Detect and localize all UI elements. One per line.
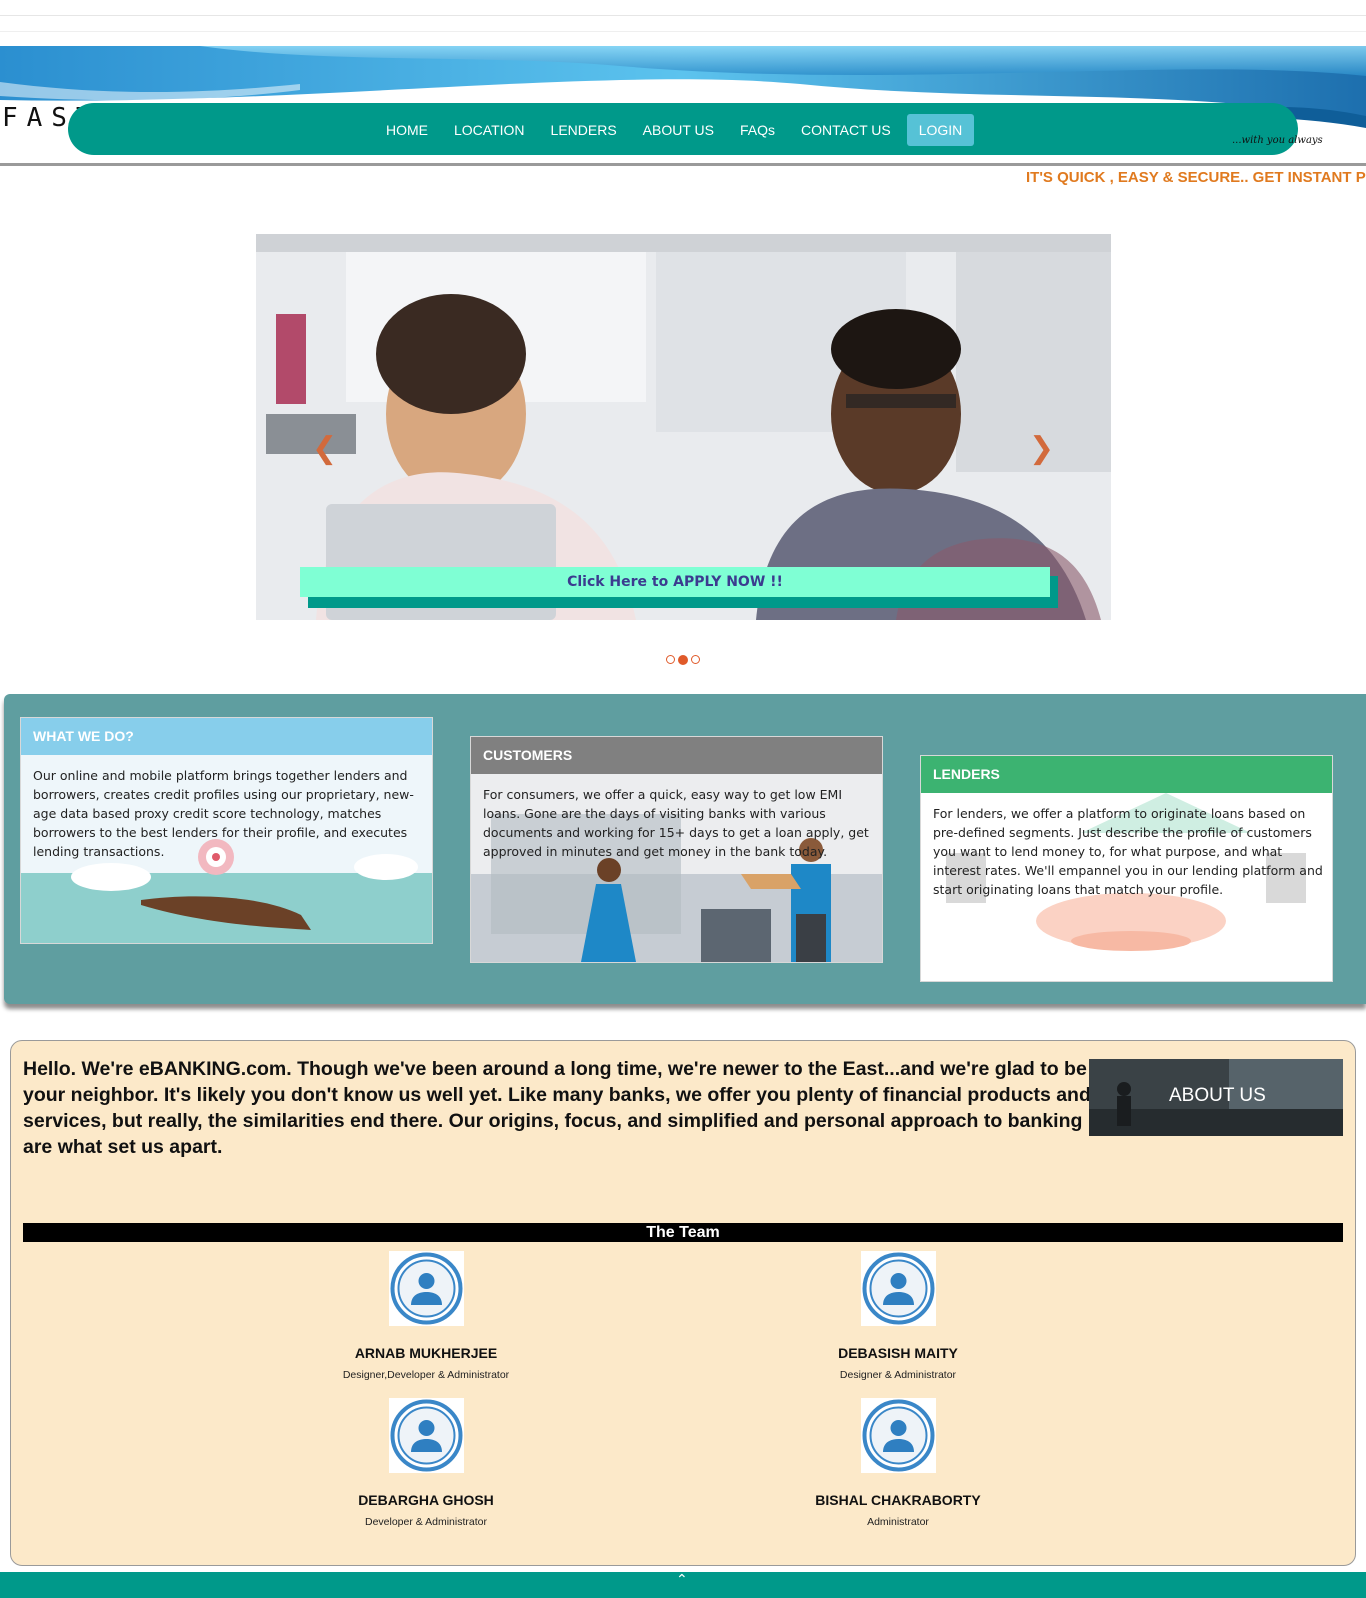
member-name: ARNAB MUKHERJEE	[354, 1345, 498, 1361]
nav-item-location[interactable]: LOCATION	[441, 113, 538, 147]
login-button[interactable]: LOGIN	[906, 114, 975, 146]
card-text: For lenders, we offer a platform to orig…	[933, 806, 1323, 897]
apply-now-button[interactable]: Click Here to APPLY NOW !!	[300, 567, 1050, 597]
team-heading: The Team	[23, 1223, 1343, 1242]
nav-item-home[interactable]: HOME	[373, 113, 441, 147]
member-name: DEBARGHA GHOSH	[358, 1492, 494, 1508]
member-role: Designer & Administrator	[839, 1369, 957, 1381]
team-member: DEBARGHA GHOSH Developer & Administrator	[296, 1398, 556, 1528]
nav-item-lenders[interactable]: LENDERS	[538, 113, 630, 147]
divider	[0, 31, 1366, 32]
page: FASTeLoan HOME LOCATION LENDERS ABOUT US…	[0, 0, 1366, 1598]
browser-top-strip	[0, 0, 1366, 46]
marquee-ticker: IT'S QUICK , EASY & SECURE.. GET INSTANT…	[1026, 169, 1366, 186]
user-avatar-icon	[860, 1251, 936, 1326]
carousel-dot-active[interactable]	[678, 655, 688, 665]
user-avatar-icon	[860, 1398, 936, 1473]
hero-carousel[interactable]: ❮ ❯ Click Here to APPLY NOW !!	[256, 234, 1111, 620]
member-role: Designer,Developer & Administrator	[342, 1369, 510, 1381]
about-us-button[interactable]: ABOUT US	[1089, 1059, 1343, 1136]
main-nav: HOME LOCATION LENDERS ABOUT US FAQs CONT…	[373, 113, 975, 147]
team-member: BISHAL CHAKRABORTY Administrator	[768, 1398, 1028, 1528]
card-body: For lenders, we offer a platform to orig…	[921, 793, 1332, 981]
card-text: Our online and mobile platform brings to…	[33, 768, 414, 859]
nav-item-about-us[interactable]: ABOUT US	[630, 113, 727, 147]
carousel-indicators	[666, 655, 700, 665]
user-avatar-icon	[388, 1398, 464, 1473]
card-lenders: LENDERS For lenders, we offer a platform…	[920, 755, 1333, 982]
nav-item-faqs[interactable]: FAQs	[727, 113, 788, 147]
about-section: Hello. We're eBANKING.com. Though we've …	[10, 1040, 1356, 1566]
card-title: CUSTOMERS	[471, 737, 882, 774]
card-title: WHAT WE DO?	[21, 718, 432, 755]
card-customers: CUSTOMERS For consumers, we offer a quic…	[470, 736, 883, 963]
carousel-dot[interactable]	[691, 655, 700, 664]
carousel-dot[interactable]	[666, 655, 675, 664]
member-role: Administrator	[867, 1516, 929, 1528]
chevron-left-icon[interactable]: ❮	[312, 434, 337, 464]
carousel-slide-image	[256, 234, 1111, 620]
card-body: For consumers, we offer a quick, easy wa…	[471, 774, 882, 962]
team-member: DEBASISH MAITY Designer & Administrator	[768, 1251, 1028, 1381]
user-avatar-icon	[388, 1251, 464, 1326]
member-name: BISHAL CHAKRABORTY	[815, 1492, 981, 1508]
member-name: DEBASISH MAITY	[838, 1345, 958, 1361]
member-role: Developer & Administrator	[365, 1516, 487, 1528]
card-title: LENDERS	[921, 756, 1332, 793]
card-text: For consumers, we offer a quick, easy wa…	[483, 787, 869, 859]
header-rule	[0, 163, 1366, 166]
about-us-label: ABOUT US	[1169, 1085, 1266, 1106]
tagline: ...with you always	[1232, 135, 1323, 146]
card-body: Our online and mobile platform brings to…	[21, 755, 432, 943]
nav-item-contact-us[interactable]: CONTACT US	[788, 113, 904, 147]
card-what-we-do: WHAT WE DO? Our online and mobile platfo…	[20, 717, 433, 944]
chevron-right-icon[interactable]: ❯	[1029, 434, 1054, 464]
chevron-up-icon[interactable]: ⌃	[676, 1572, 688, 1588]
about-intro-text: Hello. We're eBANKING.com. Though we've …	[23, 1058, 1091, 1158]
team-member: ARNAB MUKHERJEE Designer,Developer & Adm…	[296, 1251, 556, 1381]
footer: ⌃	[0, 1572, 1366, 1598]
divider	[0, 15, 1366, 16]
